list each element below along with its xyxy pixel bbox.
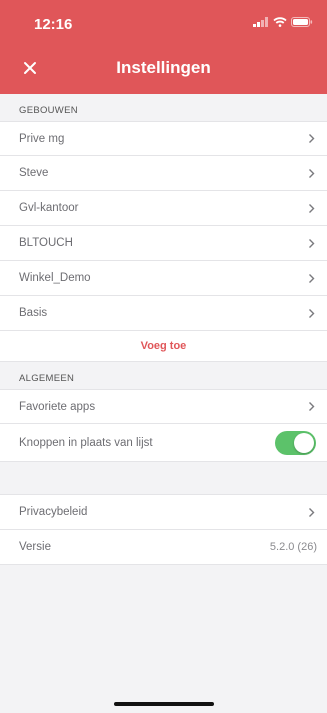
building-item[interactable]: Basis	[0, 296, 327, 331]
buildings-list: Prive mg Steve Gvl-kantoor BLTOUCH Winke…	[0, 121, 327, 362]
section-spacer	[0, 462, 327, 495]
chevron-right-icon	[306, 307, 316, 319]
toggle-knob	[294, 432, 314, 453]
building-item[interactable]: Prive mg	[0, 121, 327, 156]
buttons-instead-of-list-row: Knoppen in plaats van lijst	[0, 424, 327, 462]
version-label: Versie	[19, 541, 51, 553]
app-header: 12:16 Instellingen	[0, 0, 327, 94]
battery-icon	[291, 17, 313, 27]
favorite-apps-row[interactable]: Favoriete apps	[0, 389, 327, 424]
section-header-buildings: GEBOUWEN	[0, 94, 327, 121]
building-label: Basis	[19, 307, 48, 319]
building-label: Prive mg	[19, 132, 65, 145]
building-label: Gvl-kantoor	[19, 202, 79, 214]
status-time: 12:16	[34, 16, 73, 33]
building-item[interactable]: Gvl-kantoor	[0, 191, 327, 226]
buttons-instead-of-list-label: Knoppen in plaats van lijst	[19, 436, 153, 449]
wifi-icon	[273, 17, 287, 27]
chevron-right-icon	[306, 237, 316, 249]
page-title: Instellingen	[116, 58, 211, 77]
chevron-right-icon	[306, 202, 316, 214]
nav-bar: Instellingen	[0, 48, 327, 88]
building-label: Steve	[19, 167, 49, 179]
favorite-apps-label: Favoriete apps	[19, 400, 96, 413]
version-value: 5.2.0 (26)	[269, 541, 317, 553]
status-bar: 12:16	[0, 0, 327, 48]
building-label: BLTOUCH	[19, 237, 73, 249]
building-item[interactable]: Steve	[0, 156, 327, 191]
home-indicator	[114, 702, 214, 706]
section-header-general: ALGEMEEN	[0, 362, 327, 389]
other-list: Privacybeleid Versie 5.2.0 (26)	[0, 495, 327, 565]
signal-icon	[253, 17, 268, 27]
chevron-right-icon	[306, 272, 316, 284]
building-item[interactable]: Winkel_Demo	[0, 261, 327, 296]
chevron-right-icon	[306, 506, 316, 518]
privacy-policy-row[interactable]: Privacybeleid	[0, 495, 327, 530]
building-item[interactable]: BLTOUCH	[0, 226, 327, 261]
chevron-right-icon	[306, 401, 316, 413]
status-icons	[253, 17, 313, 27]
chevron-right-icon	[306, 167, 316, 179]
chevron-right-icon	[306, 133, 316, 145]
version-row: Versie 5.2.0 (26)	[0, 530, 327, 565]
buttons-instead-of-list-toggle[interactable]	[275, 430, 316, 455]
building-label: Winkel_Demo	[19, 272, 91, 284]
general-list: Favoriete apps Knoppen in plaats van lij…	[0, 389, 327, 462]
add-building-button[interactable]: Voeg toe	[0, 331, 327, 362]
privacy-policy-label: Privacybeleid	[19, 506, 88, 518]
